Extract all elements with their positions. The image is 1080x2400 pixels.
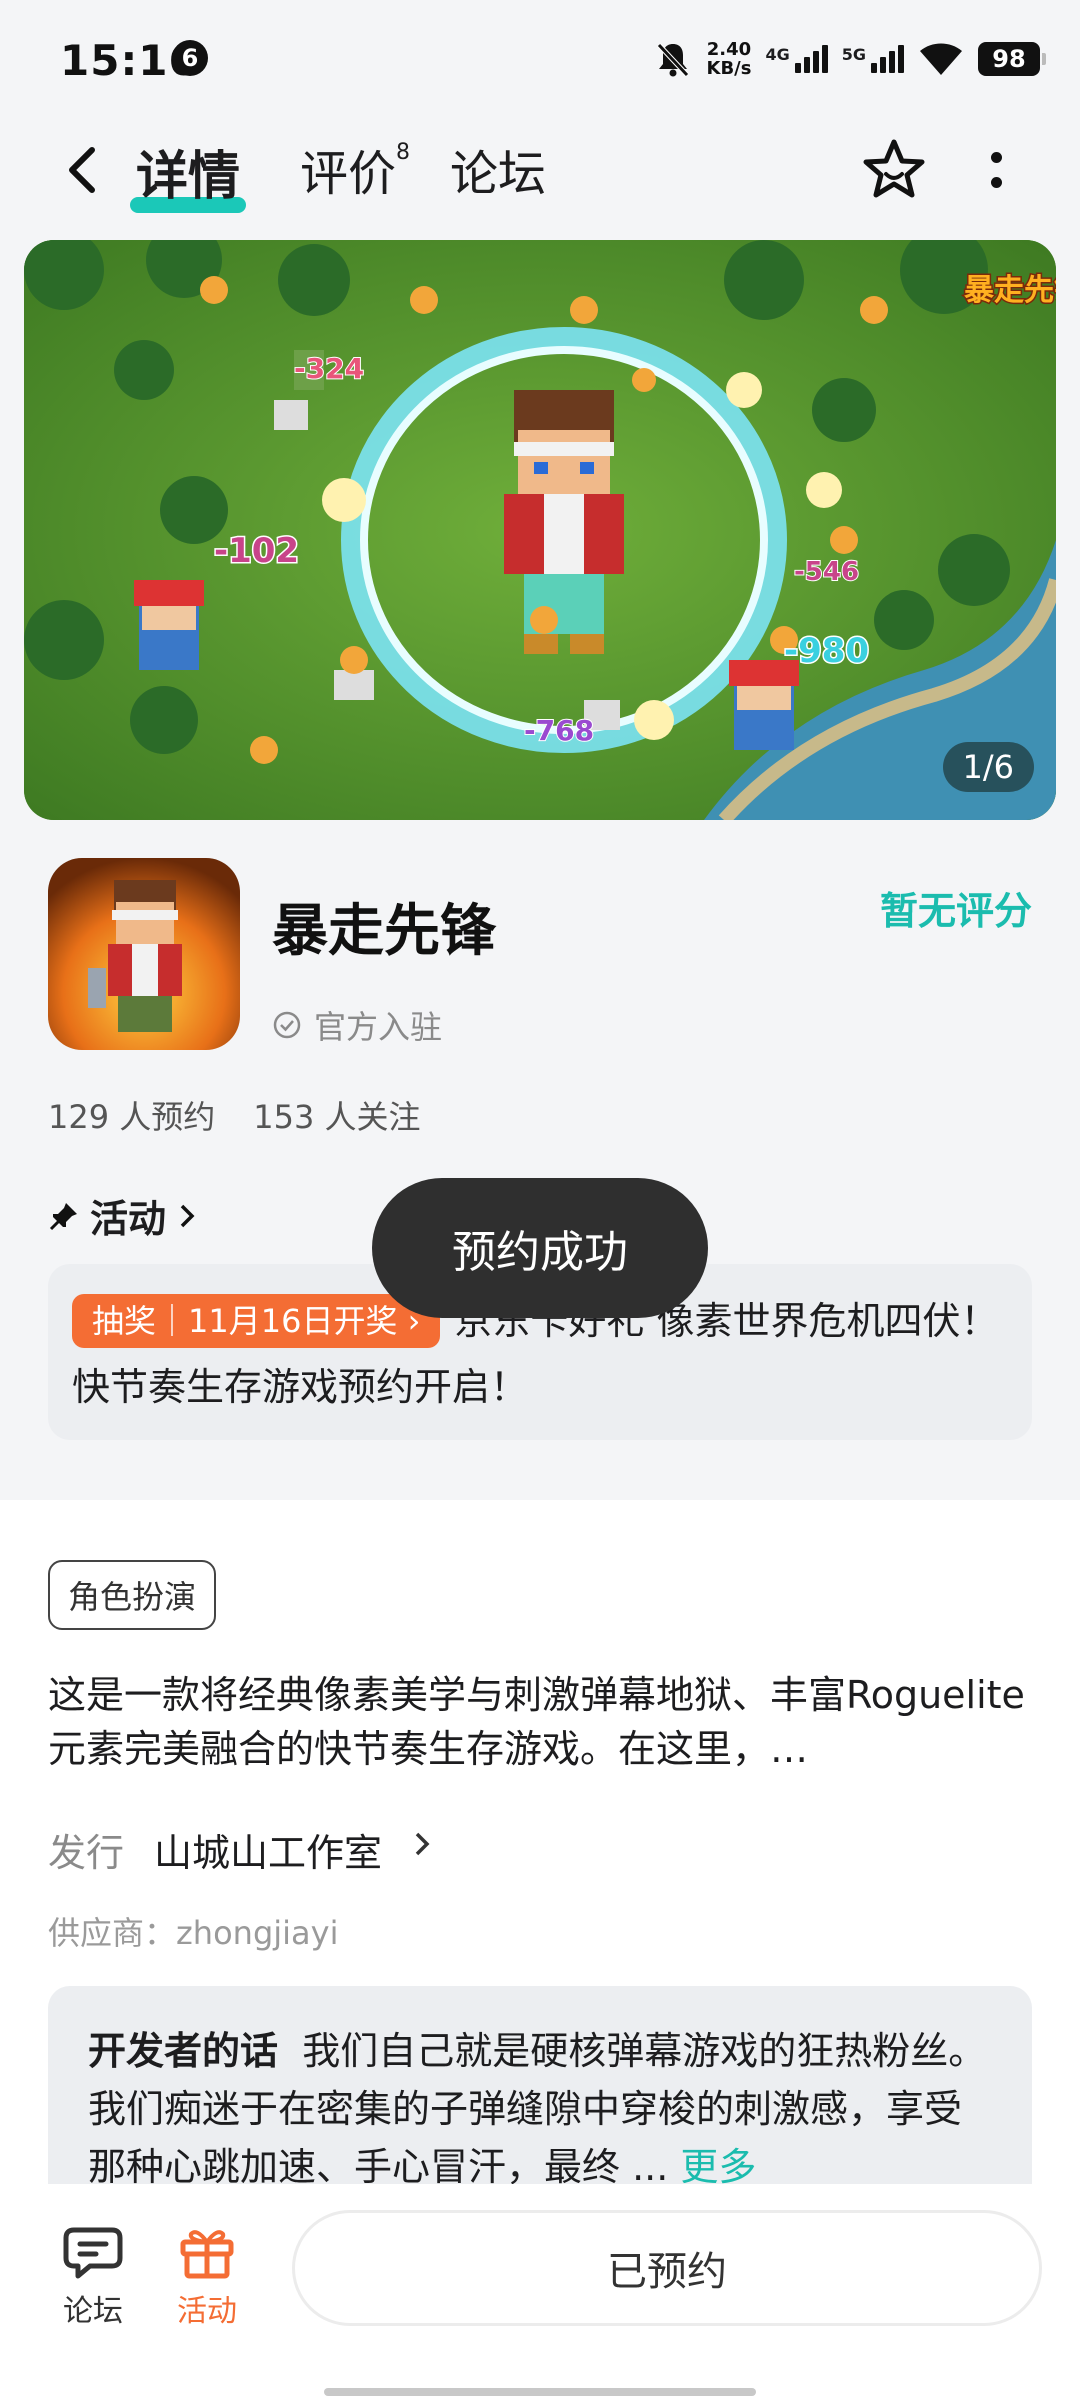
speed-value: 2.40	[706, 39, 752, 60]
tab-review[interactable]: 评价 8	[300, 134, 410, 204]
rating-status: 暂无评分	[879, 889, 1032, 933]
lottery-tag: 抽奖｜11月16日开奖 ›	[72, 1294, 441, 1348]
wifi-icon	[920, 43, 962, 75]
reserved-button[interactable]: 已预约	[292, 2210, 1042, 2326]
speed-unit: KB/s	[706, 58, 752, 79]
damage-number: -546	[794, 557, 859, 587]
verified-check-icon	[273, 1011, 301, 1039]
banner-logo-text: 暴走先锋	[964, 273, 1056, 308]
signal-5g-icon: 5G	[842, 45, 904, 73]
more-vertical-icon	[990, 152, 1002, 163]
carousel-counter: 1/6	[942, 742, 1034, 792]
status-bar: 15:16 6 2.40 KB/s 4G 5G 98	[0, 0, 1080, 120]
top-nav: 详情 评价 8 论坛	[0, 120, 1080, 224]
official-badge: 官方入驻	[272, 1002, 442, 1048]
bottom-forum-button[interactable]: 论坛	[48, 2224, 138, 2330]
more-link[interactable]: 更多	[680, 2145, 756, 2189]
favorite-button[interactable]	[858, 134, 930, 206]
damage-number: -324	[294, 352, 364, 385]
follower-count: 153 人关注	[253, 1098, 421, 1136]
reservation-count: 129 人预约	[48, 1098, 216, 1136]
chevron-right-icon	[180, 1204, 195, 1227]
pin-icon	[49, 1202, 77, 1230]
activity-header[interactable]: 活动	[48, 1188, 200, 1243]
developer-notes[interactable]: 开发者的话 我们自己就是硬核弹幕游戏的狂热粉丝。我们痴迷于在密集的子弹缝隙中穿梭…	[48, 1986, 1032, 2206]
bottom-activity-label: 活动	[177, 2294, 237, 2329]
tab-forum-label: 论坛	[450, 146, 547, 202]
gift-icon	[180, 2230, 234, 2279]
bottom-action-bar: 论坛 活动 已预约	[0, 2184, 1080, 2400]
chevron-right-icon	[415, 1832, 430, 1856]
status-icons: 2.40 KB/s 4G 5G 98	[653, 36, 1046, 82]
game-stats: 129 人预约 153 人关注	[48, 1092, 421, 1138]
tab-review-label: 评价	[300, 146, 397, 202]
battery-icon: 98	[978, 42, 1046, 76]
damage-number: -768	[524, 714, 594, 747]
forum-chat-icon	[63, 2227, 123, 2279]
network-speed: 2.40 KB/s	[707, 40, 752, 78]
official-label: 官方入驻	[314, 1008, 443, 1046]
developer-notes-label: 开发者的话	[88, 2029, 279, 2073]
game-screenshot: -324 -102 -546 -980 -768 暴走先锋	[24, 240, 1056, 820]
bottom-forum-label: 论坛	[63, 2294, 123, 2329]
bottom-activity-button[interactable]: 活动	[162, 2224, 252, 2330]
game-title: 暴走先锋	[272, 899, 496, 964]
tab-detail-label: 详情	[136, 147, 241, 207]
publisher-label: 发行	[48, 1831, 125, 1875]
game-description[interactable]: 这是一款将经典像素美学与刺激弹幕地狱、丰富Roguelite元素完美融合的快节奏…	[48, 1668, 1038, 1776]
damage-number: -102	[214, 531, 299, 571]
mute-bell-icon	[656, 43, 689, 77]
notification-count-badge: 6	[172, 40, 208, 76]
tab-detail[interactable]: 详情	[130, 134, 247, 213]
game-logo-icon	[48, 858, 240, 1050]
publisher-row[interactable]: 发行 山城山工作室	[48, 1822, 434, 1877]
net-5g-label: 5G	[841, 45, 866, 64]
damage-number: -980	[784, 631, 869, 671]
tab-forum[interactable]: 论坛	[450, 134, 546, 204]
screenshot-carousel[interactable]: -324 -102 -546 -980 -768 暴走先锋 1/6	[24, 240, 1056, 820]
home-indicator[interactable]	[324, 2388, 756, 2396]
game-app-icon	[48, 858, 240, 1050]
star-icon	[863, 139, 925, 198]
publisher-name: 山城山工作室	[154, 1831, 383, 1875]
toast-message: 预约成功	[372, 1178, 708, 1318]
back-button[interactable]	[52, 140, 112, 200]
signal-4g-icon: 4G	[765, 45, 828, 73]
review-count-badge: 8	[396, 140, 411, 165]
activity-header-label: 活动	[90, 1197, 167, 1241]
net-4g-label: 4G	[765, 45, 790, 64]
more-button[interactable]	[976, 140, 1016, 200]
genre-tag[interactable]: 角色扮演	[48, 1560, 217, 1630]
back-icon	[69, 147, 95, 193]
supplier-info: 供应商：zhongjiayi	[48, 1914, 339, 1952]
